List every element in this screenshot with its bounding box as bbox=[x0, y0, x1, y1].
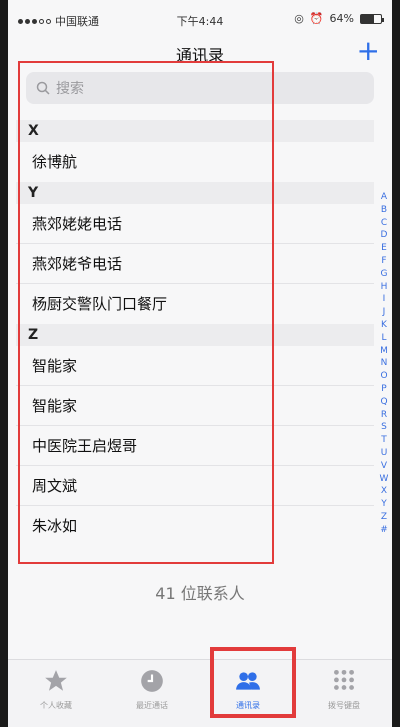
contact-count: 41 位联系人 bbox=[155, 584, 245, 603]
index-letter[interactable]: W bbox=[380, 473, 389, 486]
contact-row[interactable]: 徐博航 bbox=[16, 142, 374, 182]
tab-label: 拨号键盘 bbox=[328, 701, 360, 710]
index-letter[interactable]: X bbox=[381, 485, 387, 498]
search-icon bbox=[36, 81, 50, 95]
index-letter[interactable]: P bbox=[381, 383, 386, 396]
tab-favorites[interactable]: 个人收藏 bbox=[8, 660, 104, 727]
index-letter[interactable]: H bbox=[381, 281, 388, 294]
alphabet-index[interactable]: A B C D E F G H I J K L M N O P Q R S T U V W X Y Z # bbox=[378, 191, 390, 537]
index-letter[interactable]: B bbox=[381, 204, 387, 217]
index-letter[interactable]: L bbox=[381, 332, 386, 345]
index-letter[interactable]: O bbox=[380, 370, 387, 383]
index-letter[interactable]: N bbox=[381, 357, 388, 370]
index-letter[interactable]: Y bbox=[381, 498, 387, 511]
keypad-icon bbox=[331, 668, 357, 694]
tab-label: 通讯录 bbox=[236, 701, 260, 710]
location-icon: ◎ bbox=[294, 12, 304, 25]
index-letter[interactable]: Z bbox=[381, 511, 387, 524]
tab-recents[interactable]: 最近通话 bbox=[104, 660, 200, 727]
contact-row[interactable]: 智能家 bbox=[16, 346, 374, 386]
index-letter[interactable]: E bbox=[381, 242, 387, 255]
battery-percent: 64% bbox=[329, 12, 354, 25]
index-letter[interactable]: T bbox=[381, 434, 387, 447]
phone-screen: 中国联通 下午4:44 ◎ ⏰ 64% 通讯录 + 搜索 X 徐博航 Y 燕郊姥姥电话… bbox=[8, 0, 392, 727]
index-letter[interactable]: C bbox=[381, 217, 387, 230]
nav-bar: 通讯录 + bbox=[8, 36, 392, 70]
index-letter[interactable]: U bbox=[381, 447, 388, 460]
star-icon bbox=[43, 668, 69, 694]
index-letter[interactable]: I bbox=[383, 293, 386, 306]
index-letter[interactable]: K bbox=[381, 319, 387, 332]
contact-row[interactable]: 杨厨交警队门口餐厅 bbox=[16, 284, 374, 324]
index-letter[interactable]: D bbox=[381, 229, 388, 242]
tab-contacts[interactable]: 通讯录 bbox=[200, 660, 296, 727]
contact-list: X 徐博航 Y 燕郊姥姥电话 燕郊姥爷电话 杨厨交警队门口餐厅 Z 智能家 智能家 中医院王启煜哥… bbox=[16, 120, 374, 546]
contacts-icon bbox=[235, 668, 261, 694]
index-letter[interactable]: Q bbox=[380, 396, 387, 409]
search-input[interactable]: 搜索 bbox=[26, 72, 374, 104]
battery-icon bbox=[360, 13, 384, 24]
index-letter[interactable]: M bbox=[380, 345, 388, 358]
contact-row[interactable]: 燕郊姥爷电话 bbox=[16, 244, 374, 284]
index-letter[interactable]: V bbox=[381, 460, 387, 473]
contact-row[interactable]: 中医院王启煜哥 bbox=[16, 426, 374, 466]
alarm-icon: ⏰ bbox=[309, 12, 324, 25]
tab-bar: 个人收藏 最近通话 通讯录 拨号键盘 bbox=[8, 659, 392, 727]
contact-row[interactable]: 智能家 bbox=[16, 386, 374, 426]
index-letter[interactable]: G bbox=[381, 268, 388, 281]
section-header: X bbox=[16, 120, 374, 142]
contact-row[interactable]: 周文斌 bbox=[16, 466, 374, 506]
tab-keypad[interactable]: 拨号键盘 bbox=[296, 660, 392, 727]
index-letter[interactable]: # bbox=[380, 524, 388, 537]
contact-row[interactable]: 朱冰如 bbox=[16, 506, 374, 546]
contact-row[interactable]: 燕郊姥姥电话 bbox=[16, 204, 374, 244]
page-title: 通讯录 bbox=[175, 46, 224, 65]
tab-label: 最近通话 bbox=[136, 701, 168, 710]
index-letter[interactable]: J bbox=[383, 306, 386, 319]
section-header: Y bbox=[16, 182, 374, 204]
section-header: Z bbox=[16, 324, 374, 346]
clock-icon bbox=[139, 668, 165, 694]
index-letter[interactable]: R bbox=[381, 409, 387, 422]
add-contact-button[interactable]: + bbox=[357, 36, 380, 66]
status-right: ◎ ⏰ 64% bbox=[294, 12, 384, 25]
status-bar: 中国联通 下午4:44 ◎ ⏰ 64% bbox=[8, 0, 392, 36]
index-letter[interactable]: A bbox=[381, 191, 387, 204]
index-letter[interactable]: F bbox=[381, 255, 386, 268]
index-letter[interactable]: S bbox=[381, 421, 387, 434]
tab-label: 个人收藏 bbox=[40, 701, 72, 710]
search-placeholder: 搜索 bbox=[56, 81, 84, 97]
battery-fill bbox=[361, 14, 374, 23]
